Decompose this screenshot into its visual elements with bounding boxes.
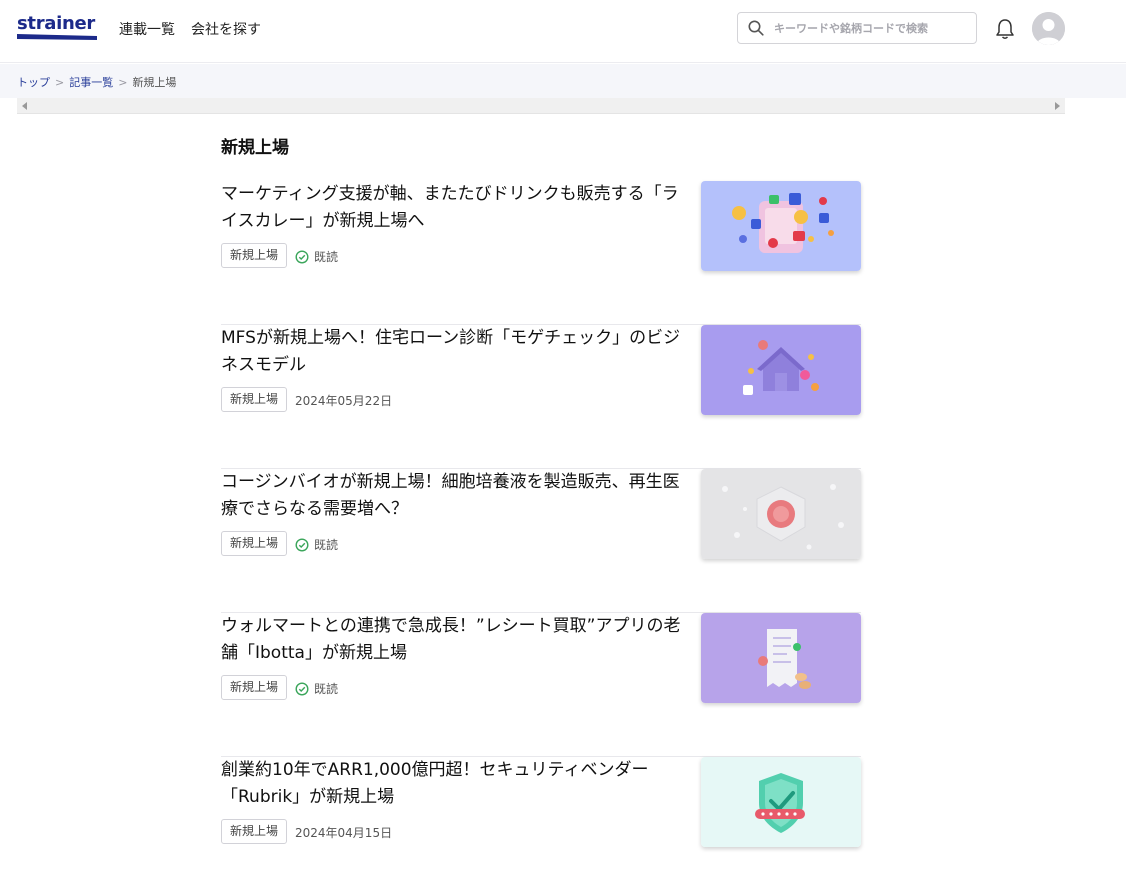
article-title[interactable]: ウォルマートとの連携で急成長！”レシート買取”アプリの老舗「Ibotta」が新規… bbox=[221, 613, 681, 667]
social-media-phone-illustration-icon bbox=[701, 181, 861, 271]
breadcrumb-bar: トップ > 記事一覧 > 新規上場 bbox=[0, 64, 1126, 98]
article-title[interactable]: MFSが新規上場へ！住宅ローン診断「モゲチェック」のビジネスモデル bbox=[221, 325, 681, 379]
read-status: 既読 bbox=[295, 248, 338, 265]
main-nav: 連載一覧 会社を探す bbox=[119, 19, 261, 39]
notification-bell-icon[interactable] bbox=[994, 17, 1016, 41]
article-item[interactable]: 創業約10年でARR1,000億円超！セキュリティベンダー「Rubrik」が新規… bbox=[221, 757, 861, 872]
read-status: 既読 bbox=[295, 536, 338, 553]
publish-date-label: 2024年04月15日 bbox=[295, 826, 393, 840]
article-item[interactable]: コージンバイオが新規上場！細胞培養液を製造販売、再生医療でさらなる需要増へ？ 新… bbox=[221, 469, 861, 613]
publish-date: 2024年05月22日 bbox=[295, 392, 392, 409]
nav-series-list[interactable]: 連載一覧 bbox=[119, 19, 175, 39]
category-tag[interactable]: 新規上場 bbox=[221, 819, 288, 844]
read-status-label: 既読 bbox=[314, 682, 339, 696]
read-status-label: 既読 bbox=[314, 250, 339, 264]
horizontal-scrollbar[interactable] bbox=[17, 98, 1065, 114]
check-circle-icon bbox=[295, 681, 309, 696]
category-tag[interactable]: 新規上場 bbox=[221, 675, 288, 700]
article-thumbnail[interactable] bbox=[701, 181, 861, 271]
check-circle-icon bbox=[295, 537, 309, 552]
article-thumbnail[interactable] bbox=[701, 325, 861, 415]
publish-date-label: 2024年05月22日 bbox=[295, 394, 393, 408]
security-shield-illustration-icon bbox=[701, 757, 861, 847]
article-item[interactable]: MFSが新規上場へ！住宅ローン診断「モゲチェック」のビジネスモデル 新規上場 2… bbox=[221, 325, 861, 469]
chevron-right-icon: > bbox=[55, 75, 65, 89]
read-status-label: 既読 bbox=[314, 538, 339, 552]
category-tag[interactable]: 新規上場 bbox=[221, 531, 288, 556]
cell-culture-illustration-icon bbox=[701, 469, 861, 559]
article-item[interactable]: マーケティング支援が軸、またたびドリンクも販売する「ライスカレー」が新規上場へ … bbox=[221, 181, 861, 325]
search-icon bbox=[748, 20, 764, 36]
scroll-left-icon[interactable] bbox=[22, 102, 27, 110]
user-avatar[interactable] bbox=[1032, 12, 1065, 45]
breadcrumb: トップ > 記事一覧 > 新規上場 bbox=[17, 74, 176, 90]
article-thumbnail[interactable] bbox=[701, 613, 861, 703]
article-title[interactable]: マーケティング支援が軸、またたびドリンクも販売する「ライスカレー」が新規上場へ bbox=[221, 181, 681, 235]
article-thumbnail[interactable] bbox=[701, 757, 861, 847]
article-item[interactable]: ウォルマートとの連携で急成長！”レシート買取”アプリの老舗「Ibotta」が新規… bbox=[221, 613, 861, 757]
house-loan-illustration-icon bbox=[701, 325, 861, 415]
article-title[interactable]: コージンバイオが新規上場！細胞培養液を製造販売、再生医療でさらなる需要増へ？ bbox=[221, 469, 681, 523]
chevron-right-icon: > bbox=[118, 75, 128, 89]
scroll-right-icon[interactable] bbox=[1055, 102, 1060, 110]
search-input[interactable] bbox=[774, 18, 970, 38]
category-tag[interactable]: 新規上場 bbox=[221, 387, 288, 412]
search-box[interactable] bbox=[737, 12, 977, 44]
site-header: strainer 連載一覧 会社を探す bbox=[0, 0, 1126, 63]
article-title[interactable]: 創業約10年でARR1,000億円超！セキュリティベンダー「Rubrik」が新規… bbox=[221, 757, 681, 811]
check-circle-icon bbox=[295, 249, 309, 264]
publish-date: 2024年04月15日 bbox=[295, 824, 392, 841]
logo-underline-icon bbox=[17, 34, 97, 40]
strainer-logo[interactable]: strainer bbox=[17, 14, 99, 42]
category-tag[interactable]: 新規上場 bbox=[221, 243, 288, 268]
user-icon bbox=[1032, 12, 1065, 45]
breadcrumb-current: 新規上場 bbox=[132, 76, 177, 89]
logo-text: strainer bbox=[17, 13, 96, 34]
read-status: 既読 bbox=[295, 680, 338, 697]
breadcrumb-top[interactable]: トップ bbox=[17, 74, 50, 90]
breadcrumb-articles[interactable]: 記事一覧 bbox=[69, 74, 113, 90]
nav-find-company[interactable]: 会社を探す bbox=[191, 19, 261, 39]
page-title: 新規上場 bbox=[221, 138, 289, 158]
article-thumbnail[interactable] bbox=[701, 469, 861, 559]
receipt-app-illustration-icon bbox=[701, 613, 861, 703]
